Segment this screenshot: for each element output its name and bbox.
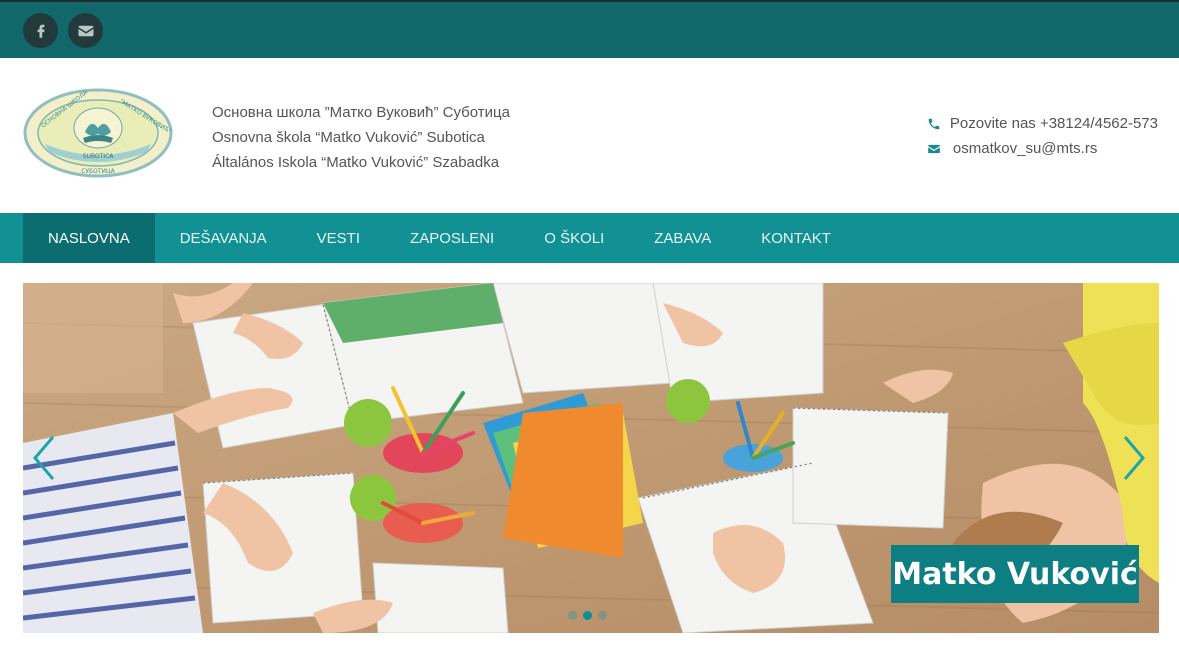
nav-item-zaposleni[interactable]: ZAPOSLENI <box>385 213 519 263</box>
nav-item-vesti[interactable]: VESTI <box>292 213 385 263</box>
slider-next-button[interactable] <box>1119 433 1149 483</box>
facebook-icon <box>37 24 45 38</box>
slide-caption: Matko Vuković <box>891 545 1139 603</box>
phone-text: Pozovite nas +38124/4562-573 <box>949 115 1158 132</box>
hero-slider[interactable]: Matko Vuković <box>23 283 1159 633</box>
nav-item-kontakt[interactable]: KONTAKT <box>736 213 856 263</box>
top-bar <box>0 0 1179 58</box>
slider-dot-active[interactable] <box>583 611 592 620</box>
slider-dot[interactable] <box>568 611 577 620</box>
nav-item-zabava[interactable]: ZABAVA <box>629 213 736 263</box>
phone-contact[interactable]: Pozovite nas +38124/4562-573 <box>927 111 1158 136</box>
slider-dot[interactable] <box>598 611 607 620</box>
chevron-right-icon <box>1123 436 1145 480</box>
phone-icon <box>928 118 940 129</box>
school-names: Основна школа ”Матко Вуковић” Суботица O… <box>212 100 510 175</box>
email-text: osmatkov_su@mts.rs <box>952 140 1098 157</box>
nav-item-naslovna[interactable]: NASLOVNA <box>23 213 155 263</box>
email-contact[interactable]: osmatkov_su@mts.rs <box>927 136 1158 161</box>
school-name-serbian-cyrillic: Основна школа ”Матко Вуковић” Суботица <box>212 104 510 121</box>
nav-item-desavanja[interactable]: DEŠAVANJA <box>155 213 292 263</box>
logo-text-bottom: СУБОТИЦА <box>81 168 115 175</box>
site-header: ОСНОВНА ШКОЛА ”МАТКО ВУКОВИЋ” SUBOTICA С… <box>0 58 1179 213</box>
main-navigation: NASLOVNA DEŠAVANJA VESTI ZAPOSLENI O ŠKO… <box>0 213 1179 263</box>
school-logo[interactable]: ОСНОВНА ШКОЛА ”МАТКО ВУКОВИЋ” SUBOTICA С… <box>23 88 173 178</box>
slider-prev-button[interactable] <box>29 433 59 483</box>
nav-item-o-skoli[interactable]: O ŠKOLI <box>519 213 629 263</box>
facebook-button[interactable] <box>23 13 58 48</box>
envelope-icon <box>928 144 940 153</box>
contact-info: Pozovite nas +38124/4562-573 osmatkov_su… <box>927 111 1158 161</box>
email-button[interactable] <box>68 13 103 48</box>
chevron-left-icon <box>33 436 55 480</box>
slider-dots <box>568 611 607 620</box>
school-name-hungarian: Általános Iskola “Matko Vuković” Szabadk… <box>212 154 500 171</box>
envelope-icon <box>78 25 93 36</box>
logo-text-band: SUBOTICA <box>83 153 115 160</box>
school-name-serbian-latin: Osnovna škola “Matko Vuković” Subotica <box>212 129 485 146</box>
